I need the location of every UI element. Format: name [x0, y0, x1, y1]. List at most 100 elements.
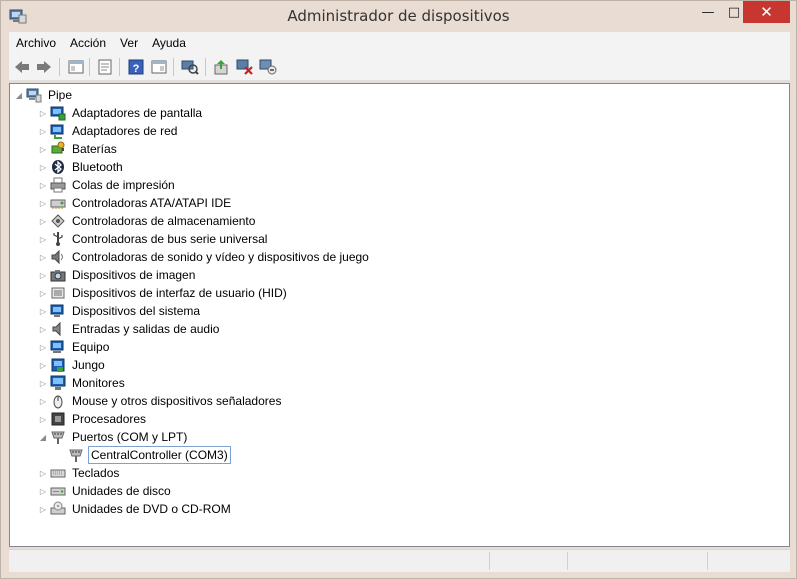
- tree-item-label: Controladoras de bus serie universal: [72, 232, 268, 246]
- tree-category-item[interactable]: ▷ Controladoras ATA/ATAPI IDE: [38, 194, 233, 212]
- expand-arrow-icon[interactable]: ▷: [38, 176, 48, 194]
- menu-archivo[interactable]: Archivo: [9, 32, 63, 54]
- menu-accion[interactable]: Acción: [63, 32, 113, 54]
- tree-category-item[interactable]: ▷ Adaptadores de pantalla: [38, 104, 204, 122]
- tree-category-item[interactable]: ▷ Jungo: [38, 356, 107, 374]
- menu-bar: Archivo Acción Ver Ayuda: [9, 32, 790, 54]
- tree-category-item[interactable]: ▷ Equipo: [38, 338, 111, 356]
- device-tree[interactable]: ◢ Pipe ▷ Adaptadores de pantalla ▷ Adaptado…: [9, 83, 790, 547]
- expand-arrow-icon[interactable]: ▷: [38, 302, 48, 320]
- properties-icon[interactable]: [95, 57, 115, 77]
- tree-item-label: Entradas y salidas de audio: [72, 322, 220, 336]
- tree-category-item[interactable]: ▷ Unidades de disco: [38, 482, 173, 500]
- tree-category-item[interactable]: ▷ Monitores: [38, 374, 127, 392]
- ide-controller-icon: [50, 195, 66, 211]
- scan-hardware-icon[interactable]: [180, 57, 200, 77]
- tree-category-item[interactable]: ▷ Entradas y salidas de audio: [38, 320, 221, 338]
- battery-icon: [50, 141, 66, 157]
- collapse-arrow-icon[interactable]: ◢: [38, 428, 48, 446]
- expand-arrow-icon[interactable]: ▷: [38, 212, 48, 230]
- tree-category-item[interactable]: ▷ Unidades de DVD o CD-ROM: [38, 500, 233, 518]
- expand-arrow-icon[interactable]: ▷: [38, 464, 48, 482]
- storage-controller-icon: [50, 213, 66, 229]
- disk-drive-icon: [50, 483, 66, 499]
- update-driver-icon[interactable]: [212, 57, 232, 77]
- expand-arrow-icon[interactable]: ▷: [38, 392, 48, 410]
- status-cell: [707, 552, 790, 570]
- tree-category-item[interactable]: ▷ Adaptadores de red: [38, 122, 179, 140]
- tree-category-item[interactable]: ▷ Controladoras de sonido y vídeo y dispo…: [38, 248, 371, 266]
- disable-device-icon[interactable]: [235, 57, 255, 77]
- back-arrow-icon[interactable]: [12, 57, 32, 77]
- expand-arrow-icon[interactable]: ▷: [38, 104, 48, 122]
- toolbar-separator: [119, 58, 120, 76]
- collapse-arrow-icon[interactable]: ◢: [14, 86, 24, 104]
- printer-icon: [50, 177, 66, 193]
- computer-icon: [50, 339, 66, 355]
- system-device-icon: [50, 303, 66, 319]
- expand-arrow-icon[interactable]: ▷: [38, 374, 48, 392]
- tree-child-item[interactable]: CentralController (COM3): [66, 446, 231, 464]
- help-icon[interactable]: ?: [126, 57, 146, 77]
- expand-arrow-icon[interactable]: ▷: [38, 248, 48, 266]
- menu-ayuda[interactable]: Ayuda: [145, 32, 193, 54]
- tree-category-item[interactable]: ▷ Teclados: [38, 464, 121, 482]
- tree-category-item[interactable]: ▷ Controladoras de bus serie universal: [38, 230, 269, 248]
- expand-arrow-icon[interactable]: ▷: [38, 482, 48, 500]
- expand-arrow-icon[interactable]: ▷: [38, 410, 48, 428]
- port-icon: [68, 447, 84, 463]
- tree-item-label: Unidades de DVD o CD-ROM: [72, 502, 231, 516]
- tree-item-label: Dispositivos del sistema: [72, 304, 201, 318]
- show-hide-tree-icon[interactable]: [66, 57, 86, 77]
- network-adapter-icon: [50, 123, 66, 139]
- expand-arrow-icon[interactable]: ▷: [38, 230, 48, 248]
- tree-category-item[interactable]: ▷ Dispositivos del sistema: [38, 302, 202, 320]
- title-bar[interactable]: Administrador de dispositivos — □ ✕: [1, 1, 796, 32]
- tree-item-label: Baterías: [72, 142, 117, 156]
- tree-category-item[interactable]: ▷ Mouse y otros dispositivos señaladores: [38, 392, 283, 410]
- action-pane-icon[interactable]: [149, 57, 169, 77]
- toolbar-separator: [89, 58, 90, 76]
- port-icon: [50, 429, 66, 445]
- svg-text:?: ?: [133, 63, 140, 75]
- toolbar: ?: [9, 54, 790, 81]
- expand-arrow-icon[interactable]: ▷: [38, 356, 48, 374]
- expand-arrow-icon[interactable]: ▷: [38, 320, 48, 338]
- expand-arrow-icon[interactable]: ▷: [38, 194, 48, 212]
- forward-arrow-icon[interactable]: [34, 57, 54, 77]
- tree-item-label: Bluetooth: [72, 160, 123, 174]
- tree-item-label: Adaptadores de red: [72, 124, 178, 138]
- status-cell: [489, 552, 567, 570]
- tree-item-label: Controladoras ATA/ATAPI IDE: [72, 196, 232, 210]
- tree-category-item[interactable]: ▷ Dispositivos de imagen: [38, 266, 197, 284]
- tree-category-item[interactable]: ◢ Puertos (COM y LPT): [38, 428, 189, 446]
- minimize-button[interactable]: —: [694, 1, 722, 23]
- tree-root[interactable]: ◢ Pipe: [14, 86, 74, 104]
- expand-arrow-icon[interactable]: ▷: [38, 158, 48, 176]
- uninstall-device-icon[interactable]: [258, 57, 278, 77]
- hid-icon: [50, 285, 66, 301]
- expand-arrow-icon[interactable]: ▷: [38, 338, 48, 356]
- tree-category-item[interactable]: ▷ Bluetooth: [38, 158, 125, 176]
- expand-arrow-icon[interactable]: ▷: [38, 122, 48, 140]
- tree-category-item[interactable]: ▷ Dispositivos de interfaz de usuario (HI…: [38, 284, 289, 302]
- tree-category-item[interactable]: ▷ Controladoras de almacenamiento: [38, 212, 257, 230]
- tree-item-label: Dispositivos de interfaz de usuario (HID…: [72, 286, 287, 300]
- usb-icon: [50, 231, 66, 247]
- tree-category-item[interactable]: ▷ Procesadores: [38, 410, 148, 428]
- monitor-icon: [50, 375, 66, 391]
- tree-item-label: Procesadores: [72, 412, 147, 426]
- tree-item-label: Jungo: [72, 358, 105, 372]
- tree-category-item[interactable]: ▷ Colas de impresión: [38, 176, 177, 194]
- menu-ver[interactable]: Ver: [113, 32, 145, 54]
- close-button[interactable]: ✕: [743, 1, 790, 23]
- toolbar-separator: [205, 58, 206, 76]
- expand-arrow-icon[interactable]: ▷: [38, 284, 48, 302]
- tree-item-label: Puertos (COM y LPT): [72, 430, 188, 444]
- tree-category-item[interactable]: ▷ Baterías: [38, 140, 119, 158]
- tree-item-label: Adaptadores de pantalla: [72, 106, 203, 120]
- expand-arrow-icon[interactable]: ▷: [38, 500, 48, 518]
- expand-arrow-icon[interactable]: ▷: [38, 266, 48, 284]
- expand-arrow-icon[interactable]: ▷: [38, 140, 48, 158]
- tree-item-label: Controladoras de almacenamiento: [72, 214, 256, 228]
